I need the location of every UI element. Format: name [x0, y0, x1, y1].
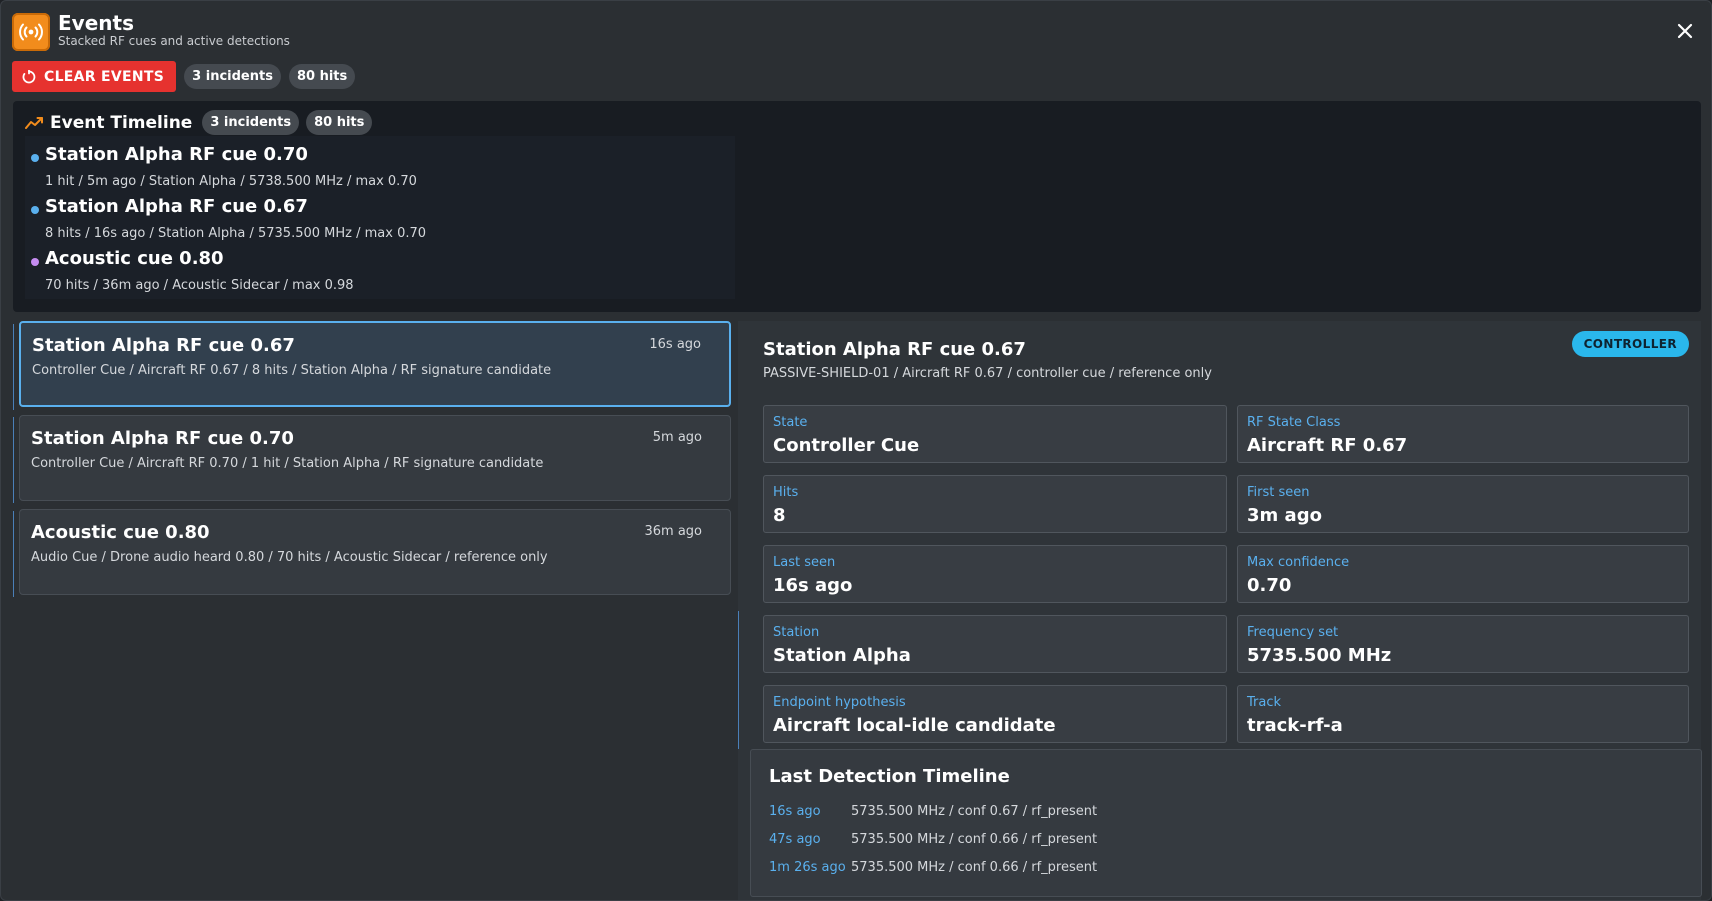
- clear-events-label: CLEAR EVENTS: [44, 68, 165, 85]
- field-value: 8: [773, 505, 786, 526]
- event-card-meta: Controller Cue / Aircraft RF 0.70 / 1 hi…: [31, 456, 544, 471]
- divider: [738, 611, 739, 749]
- field-value: Station Alpha: [773, 645, 911, 666]
- status-dot: [31, 206, 39, 214]
- event-card-age: 5m ago: [652, 430, 702, 445]
- field-label: RF State Class: [1247, 415, 1341, 430]
- event-card[interactable]: Station Alpha RF cue 0.70 Controller Cue…: [19, 415, 731, 501]
- event-list: Station Alpha RF cue 0.67 Controller Cue…: [13, 321, 733, 900]
- field-value: 16s ago: [773, 575, 853, 596]
- status-dot: [31, 154, 39, 162]
- event-timeline-title: Event Timeline: [50, 112, 193, 133]
- field-rf-state-class: RF State Class Aircraft RF 0.67: [1237, 405, 1689, 463]
- event-card[interactable]: Station Alpha RF cue 0.67 Controller Cue…: [19, 321, 731, 407]
- timeline-item-title: Station Alpha RF cue 0.70: [45, 144, 308, 165]
- divider: [13, 417, 14, 503]
- trend-line-icon: [25, 116, 43, 129]
- field-value: 0.70: [1247, 575, 1292, 596]
- broadcast-icon: [12, 13, 50, 51]
- page-title: Events: [58, 11, 134, 35]
- detail-subtitle: PASSIVE-SHIELD-01 / Aircraft RF 0.67 / c…: [763, 366, 1212, 381]
- event-card-age: 16s ago: [649, 337, 701, 352]
- event-timeline-header: Event Timeline 3 incidents 80 hits: [25, 110, 373, 135]
- event-card-meta: Controller Cue / Aircraft RF 0.67 / 8 hi…: [32, 363, 552, 378]
- incidents-count-badge: 3 incidents: [184, 64, 281, 89]
- reset-icon: [22, 69, 36, 83]
- field-label: State: [773, 415, 808, 430]
- field-label: Max confidence: [1247, 555, 1350, 570]
- field-value: Controller Cue: [773, 435, 920, 456]
- event-detail-panel: Station Alpha RF cue 0.67 PASSIVE-SHIELD…: [738, 321, 1702, 900]
- field-value: Aircraft local-idle candidate: [773, 715, 1056, 736]
- controller-badge: CONTROLLER: [1571, 331, 1689, 357]
- field-label: Track: [1247, 695, 1282, 710]
- event-card-age: 36m ago: [644, 524, 702, 539]
- event-card[interactable]: Acoustic cue 0.80 Audio Cue / Drone audi…: [19, 509, 731, 595]
- field-value: 5735.500 MHz: [1247, 645, 1392, 666]
- event-card-title: Station Alpha RF cue 0.67: [32, 335, 295, 356]
- field-value: Aircraft RF 0.67: [1247, 435, 1408, 456]
- timeline-item-meta: 1 hit / 5m ago / Station Alpha / 5738.50…: [45, 174, 417, 189]
- detection-row: 16s ago 5735.500 MHz / conf 0.67 / rf_pre…: [769, 804, 1097, 819]
- hits-count-badge: 80 hits: [288, 64, 356, 89]
- detection-row: 1m 26s ago 5735.500 MHz / conf 0.66 / rf_…: [769, 860, 1097, 875]
- divider: [13, 324, 14, 410]
- events-window: Events Stacked RF cues and active detect…: [0, 0, 1712, 901]
- field-label: First seen: [1247, 485, 1310, 500]
- header: Events Stacked RF cues and active detect…: [1, 1, 1711, 101]
- event-card-meta: Audio Cue / Drone audio heard 0.80 / 70 …: [31, 550, 548, 565]
- detail-title: Station Alpha RF cue 0.67: [763, 339, 1026, 360]
- field-first-seen: First seen 3m ago: [1237, 475, 1689, 533]
- toolbar: CLEAR EVENTS 3 incidents 80 hits: [12, 61, 356, 92]
- timeline-item-title: Station Alpha RF cue 0.67: [45, 196, 308, 217]
- last-detection-timeline: Last Detection Timeline 16s ago 5735.500 …: [750, 749, 1702, 897]
- field-state: State Controller Cue: [763, 405, 1227, 463]
- field-value: track-rf-a: [1247, 715, 1343, 736]
- field-frequency-set: Frequency set 5735.500 MHz: [1237, 615, 1689, 673]
- close-button[interactable]: [1673, 19, 1697, 43]
- clear-events-button[interactable]: CLEAR EVENTS: [12, 61, 177, 92]
- field-value: 3m ago: [1247, 505, 1322, 526]
- field-label: Hits: [773, 485, 799, 500]
- event-timeline-panel: Event Timeline 3 incidents 80 hits Stati…: [13, 101, 1701, 312]
- timeline-item-meta: 8 hits / 16s ago / Station Alpha / 5735.…: [45, 226, 427, 241]
- field-last-seen: Last seen 16s ago: [763, 545, 1227, 603]
- timeline-list: Station Alpha RF cue 0.70 1 hit / 5m ago…: [25, 136, 735, 299]
- detection-row: 47s ago 5735.500 MHz / conf 0.66 / rf_pre…: [769, 832, 1097, 847]
- timeline-item-meta: 70 hits / 36m ago / Acoustic Sidecar / m…: [45, 278, 354, 293]
- detection-age: 47s ago: [769, 832, 821, 847]
- event-card-title: Station Alpha RF cue 0.70: [31, 428, 294, 449]
- detection-text: 5735.500 MHz / conf 0.66 / rf_present: [851, 832, 1098, 847]
- field-endpoint-hypothesis: Endpoint hypothesis Aircraft local-idle …: [763, 685, 1227, 743]
- timeline-item-title: Acoustic cue 0.80: [45, 248, 224, 269]
- last-detection-title: Last Detection Timeline: [769, 766, 1010, 787]
- close-icon: [1677, 23, 1693, 39]
- detection-age: 1m 26s ago: [769, 860, 846, 875]
- field-label: Frequency set: [1247, 625, 1339, 640]
- event-card-title: Acoustic cue 0.80: [31, 522, 210, 543]
- field-label: Last seen: [773, 555, 836, 570]
- timeline-incidents-badge: 3 incidents: [202, 110, 300, 135]
- status-dot: [31, 258, 39, 266]
- field-hits: Hits 8: [763, 475, 1227, 533]
- field-label: Station: [773, 625, 820, 640]
- detection-text: 5735.500 MHz / conf 0.67 / rf_present: [851, 804, 1098, 819]
- field-max-confidence: Max confidence 0.70: [1237, 545, 1689, 603]
- field-label: Endpoint hypothesis: [773, 695, 906, 710]
- divider: [13, 511, 14, 597]
- field-station: Station Station Alpha: [763, 615, 1227, 673]
- timeline-hits-badge: 80 hits: [306, 110, 373, 135]
- field-track: Track track-rf-a: [1237, 685, 1689, 743]
- detection-age: 16s ago: [769, 804, 821, 819]
- detection-text: 5735.500 MHz / conf 0.66 / rf_present: [851, 860, 1098, 875]
- page-subtitle: Stacked RF cues and active detections: [58, 34, 290, 48]
